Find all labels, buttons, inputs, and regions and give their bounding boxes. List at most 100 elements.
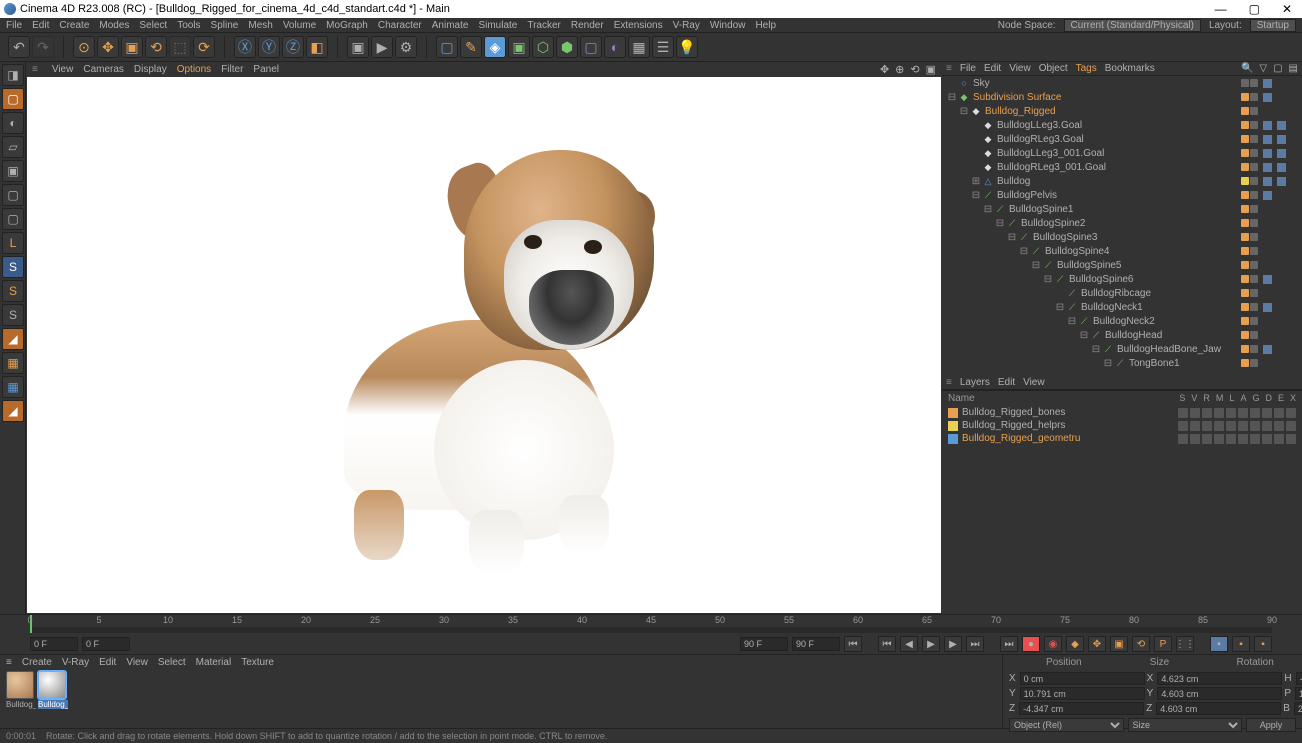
object-label[interactable]: Sky	[973, 78, 1241, 89]
vp-menu-cameras[interactable]: Cameras	[83, 64, 124, 75]
mat-menu-texture[interactable]: Texture	[241, 657, 274, 668]
obj-menu-tags[interactable]: Tags	[1076, 63, 1097, 74]
layer-flag[interactable]	[1190, 421, 1200, 431]
layer-flag[interactable]	[1202, 434, 1212, 444]
edge-mode-button[interactable]: ▢	[2, 184, 24, 206]
visibility-dot[interactable]	[1241, 163, 1249, 171]
tag-icon[interactable]	[1276, 162, 1287, 173]
object-label[interactable]: BulldogSpine6	[1069, 274, 1241, 285]
visibility-dot[interactable]	[1241, 121, 1249, 129]
layer-flag[interactable]	[1274, 434, 1284, 444]
goto-end-button[interactable]: ⏭	[1000, 636, 1018, 652]
menu-extensions[interactable]: Extensions	[614, 20, 663, 31]
layer-flag[interactable]	[1262, 408, 1272, 418]
size-mode-select[interactable]: Size	[1128, 718, 1243, 732]
visibility-dot[interactable]	[1250, 233, 1258, 241]
layers-menu-view[interactable]: View	[1023, 377, 1045, 388]
rotation-input[interactable]	[1294, 702, 1302, 715]
tweak-button[interactable]: ◢	[2, 400, 24, 422]
move-tool[interactable]: ✥	[97, 36, 119, 58]
goto-prev-key-button[interactable]: ⏮	[878, 636, 896, 652]
visibility-dot[interactable]	[1241, 79, 1249, 87]
visibility-dot[interactable]	[1241, 331, 1249, 339]
close-button[interactable]: ✕	[1282, 2, 1292, 16]
tree-row[interactable]: ◆BulldogRLeg3.Goal	[942, 132, 1302, 146]
tag-icon[interactable]	[1262, 134, 1273, 145]
position-input[interactable]	[1019, 702, 1144, 715]
extrude-button[interactable]: ▣	[508, 36, 530, 58]
object-label[interactable]: BulldogNeck2	[1093, 316, 1241, 327]
menu-volume[interactable]: Volume	[283, 20, 316, 31]
soft-select-button[interactable]: ◢	[2, 328, 24, 350]
rotation-input[interactable]	[1295, 687, 1302, 700]
timeline-opt3-button[interactable]: ▪	[1254, 636, 1272, 652]
tag-icon[interactable]	[1262, 302, 1273, 313]
expander-icon[interactable]: ⊟	[1030, 260, 1042, 271]
object-label[interactable]: Subdivision Surface	[973, 92, 1241, 103]
visibility-dot[interactable]	[1250, 79, 1258, 87]
goto-start-button[interactable]: ⏮	[844, 636, 862, 652]
subdiv-button[interactable]: ◈	[484, 36, 506, 58]
expander-icon[interactable]: ⊟	[1066, 316, 1078, 327]
layer-flag[interactable]	[1286, 421, 1296, 431]
expander-icon[interactable]: ⊟	[958, 106, 970, 117]
menu-animate[interactable]: Animate	[432, 20, 469, 31]
tag-icon[interactable]	[1276, 148, 1287, 159]
tag-icon[interactable]	[1262, 148, 1273, 159]
object-label[interactable]: Bulldog	[997, 176, 1241, 187]
layer-color-swatch[interactable]	[948, 421, 958, 431]
layer-flag[interactable]	[1214, 434, 1224, 444]
cloner-button[interactable]: ⬢	[556, 36, 578, 58]
prev-frame-button[interactable]: ◀	[900, 636, 918, 652]
vp-layout-icon[interactable]: ▣	[926, 63, 936, 76]
viewport-solo-button[interactable]: ▦	[2, 352, 24, 374]
keyframe-button[interactable]: ◆	[1066, 636, 1084, 652]
visibility-dot[interactable]	[1250, 177, 1258, 185]
menu-edit[interactable]: Edit	[32, 20, 49, 31]
tag-icon[interactable]	[1262, 274, 1273, 285]
visibility-dot[interactable]	[1250, 261, 1258, 269]
texture-mode-button[interactable]: ◐	[2, 112, 24, 134]
layer-flag[interactable]	[1262, 421, 1272, 431]
layer-flag[interactable]	[1238, 434, 1248, 444]
visibility-dot[interactable]	[1250, 331, 1258, 339]
key-pos-button[interactable]: ✥	[1088, 636, 1106, 652]
object-label[interactable]: BulldogSpine2	[1021, 218, 1241, 229]
visibility-dot[interactable]	[1250, 345, 1258, 353]
field-button[interactable]: ◐	[604, 36, 626, 58]
layer-flag[interactable]	[1286, 408, 1296, 418]
light-button[interactable]: 💡	[676, 36, 698, 58]
key-rot-button[interactable]: ⟲	[1132, 636, 1150, 652]
tree-row[interactable]: ⊟⟋BulldogSpine3	[942, 230, 1302, 244]
tree-row[interactable]: ⊟⟋BulldogHead	[942, 328, 1302, 342]
visibility-dot[interactable]	[1241, 135, 1249, 143]
visibility-dot[interactable]	[1241, 247, 1249, 255]
layer-row[interactable]: Bulldog_Rigged_helprs	[942, 419, 1302, 432]
object-label[interactable]: BulldogHead	[1105, 330, 1241, 341]
menu-tracker[interactable]: Tracker	[527, 20, 561, 31]
tree-row[interactable]: ⊟⟋TongBone1	[942, 356, 1302, 370]
tree-row[interactable]: ⊟⟋BulldogNeck1	[942, 300, 1302, 314]
visibility-dot[interactable]	[1250, 359, 1258, 367]
visibility-dot[interactable]	[1241, 303, 1249, 311]
visibility-dot[interactable]	[1241, 317, 1249, 325]
visibility-dot[interactable]	[1250, 219, 1258, 227]
recent-tool-2[interactable]: ⟳	[193, 36, 215, 58]
visibility-dot[interactable]	[1241, 219, 1249, 227]
visibility-dot[interactable]	[1250, 275, 1258, 283]
visibility-dot[interactable]	[1241, 191, 1249, 199]
object-label[interactable]: BulldogPelvis	[997, 190, 1241, 201]
expander-icon[interactable]: ⊟	[970, 190, 982, 201]
tree-row[interactable]: ⊟⟋BulldogSpine1	[942, 202, 1302, 216]
visibility-dot[interactable]	[1250, 191, 1258, 199]
layer-flag[interactable]	[1286, 434, 1296, 444]
search-icon[interactable]: 🔍	[1241, 63, 1253, 74]
layer-flag[interactable]	[1202, 421, 1212, 431]
node-space-dropdown[interactable]: Current (Standard/Physical)	[1064, 19, 1201, 32]
point-mode-button[interactable]: ▣	[2, 160, 24, 182]
size-input[interactable]	[1157, 672, 1282, 685]
render-region-button[interactable]: ▶	[371, 36, 393, 58]
object-label[interactable]: BulldogRLeg3_001.Goal	[997, 162, 1241, 173]
tree-row[interactable]: ⊟◆Bulldog_Rigged	[942, 104, 1302, 118]
layer-flag[interactable]	[1250, 434, 1260, 444]
